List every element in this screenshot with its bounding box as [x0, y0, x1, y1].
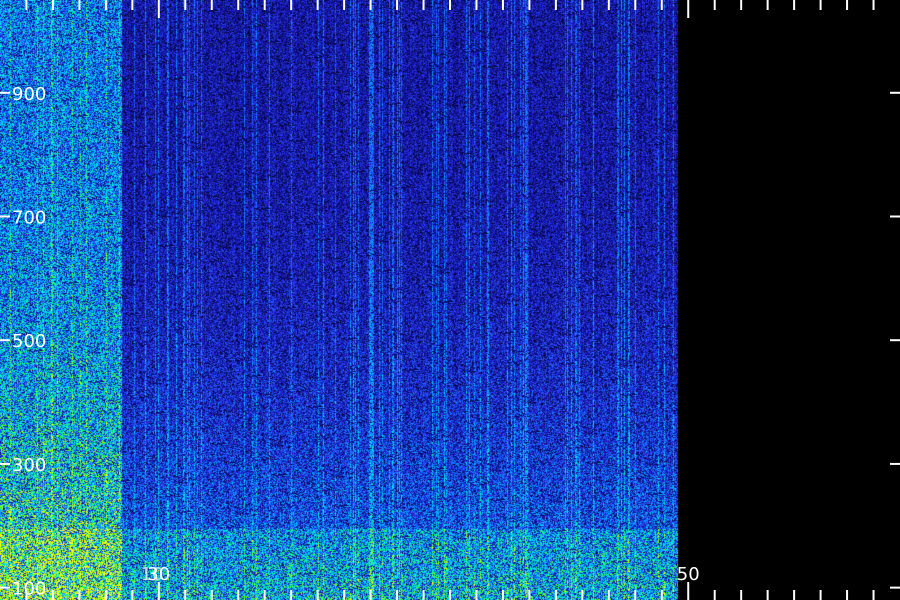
axes-layer: 30 5010030050070090010 — [0, 0, 900, 600]
y-tick-label: 100 — [12, 579, 46, 600]
spectrogram-plot: 30 50 100 300 500 700 900 10 — [0, 0, 900, 600]
x-tick-label-covered: 10 — [141, 564, 164, 585]
y-tick-label: 300 — [12, 455, 46, 476]
x-tick-label: 50 — [677, 564, 700, 585]
y-tick-label: 700 — [12, 207, 46, 228]
y-tick-label: 500 — [12, 331, 46, 352]
y-tick-label: 900 — [12, 84, 46, 105]
